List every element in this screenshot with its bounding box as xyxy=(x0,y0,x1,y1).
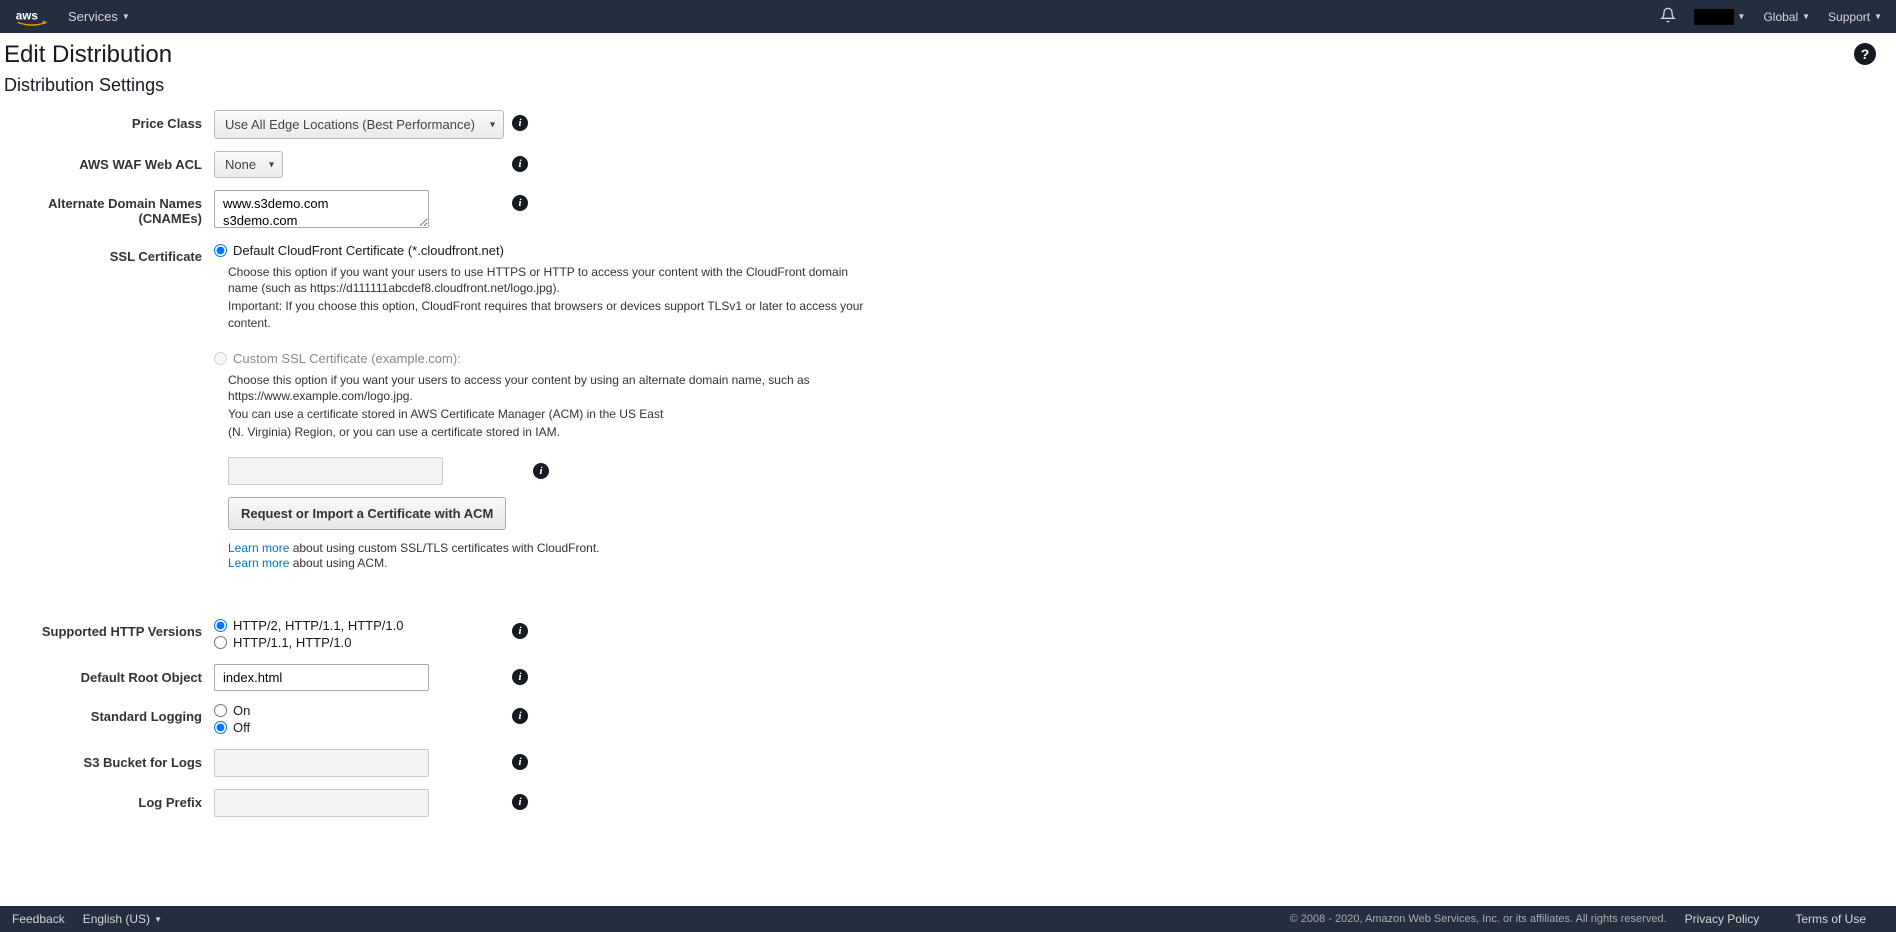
learn-more-ssl-link[interactable]: Learn more xyxy=(228,541,289,555)
account-menu[interactable]: ▼ xyxy=(1694,9,1746,25)
region-menu[interactable]: Global ▼ xyxy=(1763,10,1810,24)
info-icon[interactable]: i xyxy=(512,669,528,685)
s3-bucket-label: S3 Bucket for Logs xyxy=(4,749,214,770)
top-nav: aws Services ▼ ▼ Global ▼ Support ▼ xyxy=(0,0,1896,33)
learn-more-ssl-text: about using custom SSL/TLS certificates … xyxy=(289,541,599,555)
support-menu[interactable]: Support ▼ xyxy=(1828,10,1882,24)
info-icon[interactable]: i xyxy=(533,463,549,479)
feedback-link[interactable]: Feedback xyxy=(12,912,65,926)
logging-off-label[interactable]: Off xyxy=(233,720,250,735)
logging-on-label[interactable]: On xyxy=(233,703,250,718)
logging-label: Standard Logging xyxy=(4,703,214,724)
ssl-custom-desc3: (N. Virginia) Region, or you can use a c… xyxy=(228,424,868,440)
info-icon[interactable]: i xyxy=(512,754,528,770)
http1-label[interactable]: HTTP/1.1, HTTP/1.0 xyxy=(233,635,351,650)
chevron-down-icon: ▾ xyxy=(269,159,274,170)
ssl-custom-label: Custom SSL Certificate (example.com): xyxy=(233,351,461,366)
privacy-link[interactable]: Privacy Policy xyxy=(1685,912,1760,926)
waf-value: None xyxy=(225,157,256,172)
ssl-default-desc1: Choose this option if you want your user… xyxy=(228,264,868,296)
caret-down-icon: ▼ xyxy=(122,12,130,21)
ssl-default-radio[interactable] xyxy=(214,244,227,257)
ssl-default-desc2: Important: If you choose this option, Cl… xyxy=(228,298,868,330)
log-prefix-input xyxy=(214,789,429,817)
logging-on-radio[interactable] xyxy=(214,704,227,717)
services-menu[interactable]: Services ▼ xyxy=(68,9,130,24)
root-object-label: Default Root Object xyxy=(4,664,214,685)
svg-text:aws: aws xyxy=(16,9,39,22)
caret-down-icon: ▼ xyxy=(1874,12,1882,21)
http2-radio[interactable] xyxy=(214,619,227,632)
caret-down-icon: ▼ xyxy=(1738,12,1746,21)
services-label: Services xyxy=(68,9,118,24)
copyright-text: © 2008 - 2020, Amazon Web Services, Inc.… xyxy=(1290,913,1667,925)
ssl-default-label[interactable]: Default CloudFront Certificate (*.cloudf… xyxy=(233,243,504,258)
terms-link[interactable]: Terms of Use xyxy=(1795,912,1866,926)
info-icon[interactable]: i xyxy=(512,623,528,639)
page-title: Edit Distribution xyxy=(4,41,1876,69)
root-object-input[interactable] xyxy=(214,664,429,691)
http2-label[interactable]: HTTP/2, HTTP/1.1, HTTP/1.0 xyxy=(233,618,403,633)
cnames-label: Alternate Domain Names (CNAMEs) xyxy=(4,190,214,226)
ssl-custom-radio xyxy=(214,352,227,365)
price-class-value: Use All Edge Locations (Best Performance… xyxy=(225,117,475,132)
chevron-down-icon: ▾ xyxy=(490,119,495,130)
cnames-label-line1: Alternate Domain Names xyxy=(48,196,202,211)
s3-bucket-input xyxy=(214,749,429,777)
cnames-textarea[interactable] xyxy=(214,190,429,228)
info-icon[interactable]: i xyxy=(512,195,528,211)
ssl-custom-desc1: Choose this option if you want your user… xyxy=(228,372,868,404)
info-icon[interactable]: i xyxy=(512,156,528,172)
request-cert-button[interactable]: Request or Import a Certificate with ACM xyxy=(228,497,506,530)
caret-down-icon: ▼ xyxy=(1802,12,1810,21)
region-label: Global xyxy=(1763,10,1798,24)
main-content: ? Edit Distribution Distribution Setting… xyxy=(0,33,1896,887)
aws-logo[interactable]: aws xyxy=(14,8,50,26)
ssl-label: SSL Certificate xyxy=(4,243,214,264)
ssl-custom-cert-input xyxy=(228,457,443,485)
waf-label: AWS WAF Web ACL xyxy=(4,151,214,172)
learn-more-acm-link[interactable]: Learn more xyxy=(228,556,289,570)
language-label: English (US) xyxy=(83,912,150,926)
help-icon[interactable]: ? xyxy=(1854,43,1876,65)
footer: Feedback English (US) ▼ © 2008 - 2020, A… xyxy=(0,906,1896,932)
info-icon[interactable]: i xyxy=(512,794,528,810)
account-name xyxy=(1694,9,1734,25)
language-menu[interactable]: English (US) ▼ xyxy=(83,912,162,926)
notifications-icon[interactable] xyxy=(1660,7,1676,26)
info-icon[interactable]: i xyxy=(512,115,528,131)
cnames-label-line2: (CNAMEs) xyxy=(138,211,202,226)
http-versions-label: Supported HTTP Versions xyxy=(4,618,214,639)
price-class-select[interactable]: Use All Edge Locations (Best Performance… xyxy=(214,110,504,139)
support-label: Support xyxy=(1828,10,1870,24)
section-title: Distribution Settings xyxy=(4,75,1876,96)
caret-down-icon: ▼ xyxy=(154,915,162,924)
log-prefix-label: Log Prefix xyxy=(4,789,214,810)
logging-off-radio[interactable] xyxy=(214,721,227,734)
price-class-label: Price Class xyxy=(4,110,214,131)
waf-select[interactable]: None ▾ xyxy=(214,151,283,178)
http1-radio[interactable] xyxy=(214,636,227,649)
ssl-custom-desc2: You can use a certificate stored in AWS … xyxy=(228,406,868,422)
learn-more-acm-text: about using ACM. xyxy=(289,556,387,570)
info-icon[interactable]: i xyxy=(512,708,528,724)
